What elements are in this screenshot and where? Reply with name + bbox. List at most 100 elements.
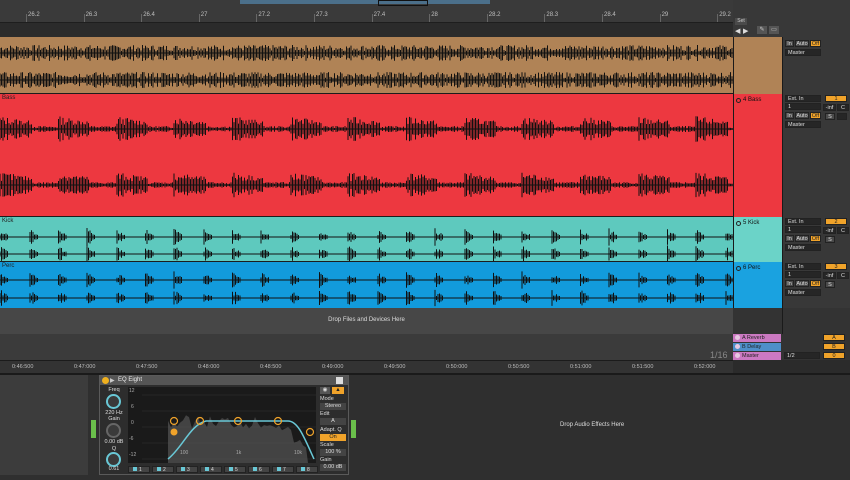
track-activator-icon[interactable] [735, 344, 740, 349]
volume-value[interactable]: -inf [823, 272, 836, 279]
gain-value[interactable]: 0.00 dB [100, 439, 128, 445]
track-clip-bass[interactable]: Bass [0, 94, 733, 217]
device-scroll-handle[interactable] [351, 420, 356, 438]
track-activator-icon[interactable] [736, 98, 741, 103]
track-activator-icon[interactable] [736, 266, 741, 271]
output-select[interactable]: Master [785, 289, 821, 296]
channel-select[interactable]: 1 [785, 226, 821, 233]
q-knob[interactable] [106, 452, 121, 467]
send-b-button[interactable]: B [823, 343, 845, 350]
input-select[interactable]: Ext. In [785, 95, 821, 102]
freq-knob[interactable] [106, 394, 121, 409]
master-output-select[interactable]: 1/2 [784, 352, 820, 359]
band-enable-icon[interactable] [253, 467, 257, 471]
auto-button[interactable]: Auto [795, 40, 809, 47]
in-button[interactable]: In [785, 235, 794, 242]
scale-value[interactable]: 100 % [320, 449, 346, 456]
track-header-perc[interactable]: 6 Perc [733, 262, 782, 308]
output-select[interactable]: Master [785, 121, 821, 128]
off-button[interactable]: Off [810, 235, 821, 242]
volume-value[interactable]: -inf [823, 227, 836, 234]
back-arrow-icon[interactable]: ◀ [735, 27, 740, 35]
band-enable-icon[interactable] [181, 467, 185, 471]
device-menu-icon[interactable] [336, 377, 343, 384]
solo-button[interactable]: S [825, 281, 835, 288]
track-number-button[interactable]: 1 [825, 95, 847, 102]
mode-select[interactable]: Stereo [320, 403, 346, 410]
band-selector[interactable]: 2 [152, 466, 174, 473]
auto-button[interactable]: Auto [795, 235, 809, 242]
pan-value[interactable]: C [837, 104, 849, 111]
empty-arrangement-area[interactable] [0, 334, 733, 360]
follow-icon[interactable]: ▭ [769, 26, 779, 34]
input-select[interactable]: Ext. In [785, 218, 821, 225]
eq-graph[interactable]: 12 6 0 -6 -12 100 1k 10k [128, 387, 316, 463]
device-power-icon[interactable] [102, 377, 109, 384]
track-header-1[interactable] [733, 37, 782, 94]
track-header-kick[interactable]: 5 Kick [733, 217, 782, 262]
band-enable-icon[interactable] [277, 467, 281, 471]
band-enable-icon[interactable] [229, 467, 233, 471]
channel-select[interactable]: 1 [785, 103, 821, 110]
band-selector[interactable]: 5 [224, 466, 246, 473]
drop-files-zone[interactable]: Drop Files and Devices Here [0, 308, 733, 334]
device-scroll-handle[interactable] [91, 420, 96, 438]
track-number-button[interactable]: 3 [825, 263, 847, 270]
in-button[interactable]: In [785, 280, 794, 287]
send-a-button[interactable]: A [823, 334, 845, 341]
arrangement-ruler[interactable]: 26.2 26.3 26.4 27 27.2 27.3 27.4 28 28.2 28.3 28.4… [0, 0, 733, 23]
band-enable-icon[interactable] [133, 467, 137, 471]
return-track-a[interactable]: A Reverb [733, 334, 781, 342]
oversample-icon[interactable]: ▲ [332, 387, 344, 394]
auto-button[interactable]: Auto [795, 280, 809, 287]
band-selector[interactable]: 3 [176, 466, 198, 473]
track-header-bass[interactable]: 4 Bass [733, 94, 782, 217]
draw-mode-icon[interactable]: ✎ [757, 26, 767, 34]
off-button[interactable]: Off [810, 112, 821, 119]
track-clip-1[interactable] [0, 37, 733, 94]
q-value[interactable]: 0.61 [100, 466, 128, 472]
adapt-q-toggle[interactable]: On [320, 434, 346, 441]
solo-button[interactable]: S [825, 236, 835, 243]
track-clip-kick[interactable]: Kick [0, 217, 733, 262]
playhead-region[interactable] [378, 0, 428, 6]
headphone-icon[interactable]: ◉ [320, 387, 330, 394]
time-ruler[interactable]: 0:46:500 0:47:000 0:47:500 0:48:000 0:48:500… [0, 360, 733, 373]
off-button[interactable]: Off [810, 280, 821, 287]
master-volume[interactable]: 0 [823, 352, 845, 359]
track-activator-icon[interactable] [735, 335, 740, 340]
band-enable-icon[interactable] [205, 467, 209, 471]
return-track-b[interactable]: B Delay [733, 343, 781, 351]
output-gain-value[interactable]: 0.00 dB [320, 464, 346, 471]
pan-value[interactable]: C [837, 272, 849, 279]
band-enable-icon[interactable] [157, 467, 161, 471]
in-button[interactable]: In [785, 40, 794, 47]
band-selector[interactable]: 1 [128, 466, 150, 473]
loop-brace[interactable] [240, 0, 490, 4]
track-clip-perc[interactable]: Perc [0, 262, 733, 308]
gain-knob[interactable] [106, 423, 121, 438]
pan-value[interactable]: C [837, 227, 849, 234]
track-activator-icon[interactable] [736, 221, 741, 226]
band-selector[interactable]: 8 [296, 466, 318, 473]
master-track[interactable]: Master [733, 352, 781, 360]
input-select[interactable]: Ext. In [785, 263, 821, 270]
in-button[interactable]: In [785, 112, 794, 119]
arm-button[interactable] [837, 113, 847, 120]
forward-arrow-icon[interactable]: ▶ [743, 27, 748, 35]
output-select[interactable]: Master [785, 49, 821, 56]
grid-quantize-label[interactable]: 1/16 [710, 350, 728, 360]
volume-value[interactable]: -inf [823, 104, 836, 111]
channel-select[interactable]: 1 [785, 271, 821, 278]
output-select[interactable]: Master [785, 244, 821, 251]
band-selector[interactable]: 7 [272, 466, 294, 473]
band-selector[interactable]: 4 [200, 466, 222, 473]
eq-eight-device[interactable]: EQ Eight ▶ Freq 220 Hz Gain 0.00 dB Q 0.… [99, 375, 349, 475]
auto-button[interactable]: Auto [795, 112, 809, 119]
track-activator-icon[interactable] [735, 353, 740, 358]
edit-select[interactable]: A [320, 418, 346, 425]
band-selector[interactable]: 6 [248, 466, 270, 473]
band-enable-icon[interactable] [301, 467, 305, 471]
off-button[interactable]: Off [810, 40, 821, 47]
track-number-button[interactable]: 2 [825, 218, 847, 225]
